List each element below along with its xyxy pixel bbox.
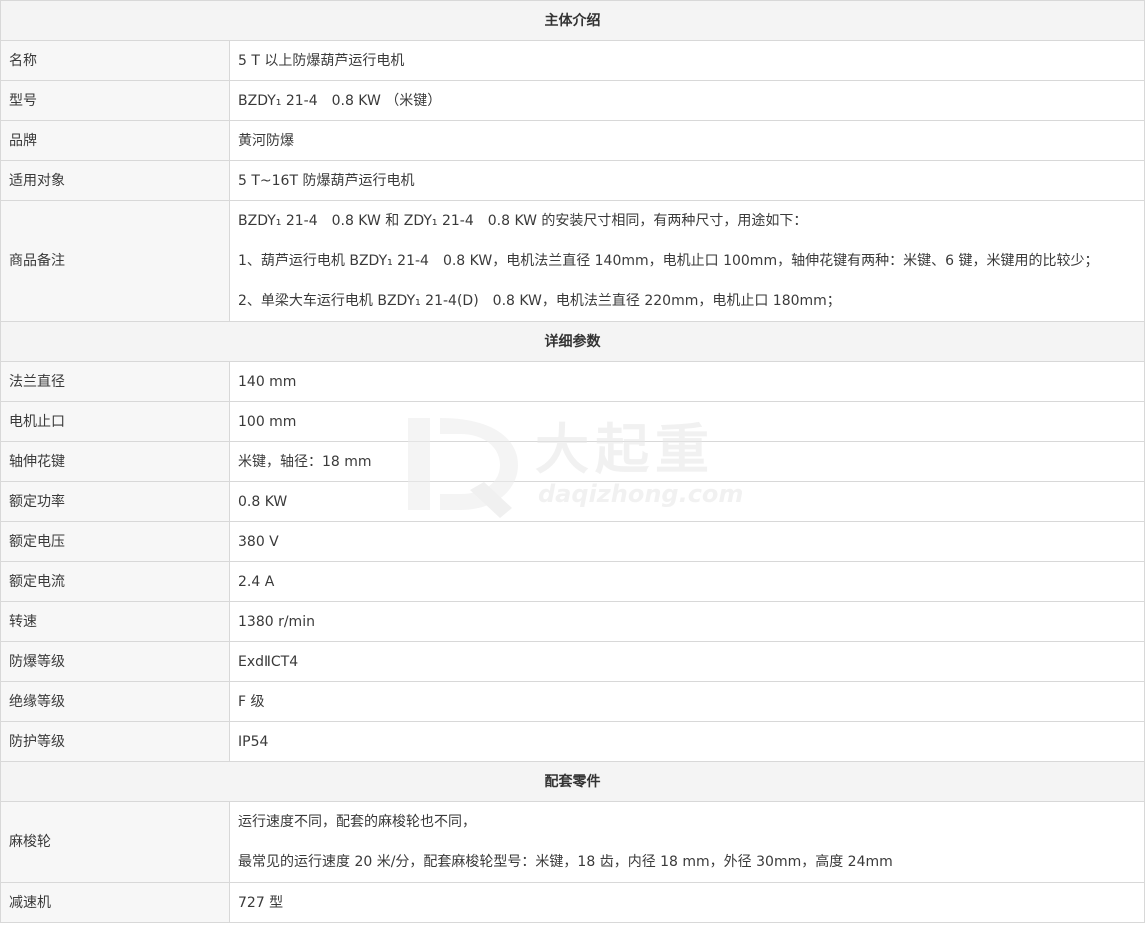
row-label: 名称 [0, 40, 230, 81]
spec-row-wheel: 麻梭轮 运行速度不同，配套的麻梭轮也不同， 最常见的运行速度 20 米/分，配套… [0, 801, 1145, 883]
row-label: 法兰直径 [0, 361, 230, 402]
row-label: 麻梭轮 [0, 801, 230, 883]
row-value: 380 V [229, 521, 1145, 562]
spec-row-speed: 转速 1380 r/min [0, 601, 1145, 642]
spec-row-brand: 品牌 黄河防爆 [0, 120, 1145, 161]
row-value: IP54 [229, 721, 1145, 762]
row-value-multiline: 运行速度不同，配套的麻梭轮也不同， 最常见的运行速度 20 米/分，配套麻梭轮型… [229, 801, 1145, 883]
spec-row-power: 额定功率 0.8 KW [0, 481, 1145, 522]
section-title: 主体介绍 [0, 0, 1145, 41]
row-label: 电机止口 [0, 401, 230, 442]
row-label: 转速 [0, 601, 230, 642]
section-title: 详细参数 [0, 321, 1145, 362]
section-header-parts: 配套零件 [0, 761, 1145, 802]
section-title: 配套零件 [0, 761, 1145, 802]
row-label: 额定电流 [0, 561, 230, 602]
row-label: 减速机 [0, 882, 230, 923]
row-label: 型号 [0, 80, 230, 121]
wheel-line: 最常见的运行速度 20 米/分，配套麻梭轮型号：米键，18 齿，内径 18 mm… [238, 854, 893, 870]
row-label: 额定功率 [0, 481, 230, 522]
spec-row-spline: 轴伸花键 米键，轴径：18 mm [0, 441, 1145, 482]
row-value: 5 T 以上防爆葫芦运行电机 [229, 40, 1145, 81]
row-value: ExdⅡCT4 [229, 641, 1145, 682]
row-value: 2.4 A [229, 561, 1145, 602]
spec-row-model: 型号 BZDY₁ 21-4 0.8 KW （米键） [0, 80, 1145, 121]
row-label: 轴伸花键 [0, 441, 230, 482]
spec-row-voltage: 额定电压 380 V [0, 521, 1145, 562]
row-label: 绝缘等级 [0, 681, 230, 722]
remark-line: 1、葫芦运行电机 BZDY₁ 21-4 0.8 KW，电机法兰直径 140mm，… [238, 253, 1099, 269]
spec-row-protection: 防护等级 IP54 [0, 721, 1145, 762]
product-spec-table: 主体介绍 名称 5 T 以上防爆葫芦运行电机 型号 BZDY₁ 21-4 0.8… [0, 0, 1145, 923]
row-label: 额定电压 [0, 521, 230, 562]
spec-row-flange: 法兰直径 140 mm [0, 361, 1145, 402]
row-label: 防护等级 [0, 721, 230, 762]
row-label: 品牌 [0, 120, 230, 161]
remark-line: BZDY₁ 21-4 0.8 KW 和 ZDY₁ 21-4 0.8 KW 的安装… [238, 213, 808, 229]
section-header-params: 详细参数 [0, 321, 1145, 362]
row-value: 140 mm [229, 361, 1145, 402]
row-value: 100 mm [229, 401, 1145, 442]
row-value: BZDY₁ 21-4 0.8 KW （米键） [229, 80, 1145, 121]
wheel-line: 运行速度不同，配套的麻梭轮也不同， [238, 814, 476, 830]
spec-row-applicable: 适用对象 5 T~16T 防爆葫芦运行电机 [0, 160, 1145, 201]
spec-row-current: 额定电流 2.4 A [0, 561, 1145, 602]
spec-row-insulation: 绝缘等级 F 级 [0, 681, 1145, 722]
spec-row-remark: 商品备注 BZDY₁ 21-4 0.8 KW 和 ZDY₁ 21-4 0.8 K… [0, 200, 1145, 322]
row-value: 黄河防爆 [229, 120, 1145, 161]
row-label: 防爆等级 [0, 641, 230, 682]
row-value: F 级 [229, 681, 1145, 722]
spec-row-explosion-grade: 防爆等级 ExdⅡCT4 [0, 641, 1145, 682]
spec-row-spigot: 电机止口 100 mm [0, 401, 1145, 442]
spec-row-name: 名称 5 T 以上防爆葫芦运行电机 [0, 40, 1145, 81]
row-value: 5 T~16T 防爆葫芦运行电机 [229, 160, 1145, 201]
row-value: 727 型 [229, 882, 1145, 923]
row-value: 0.8 KW [229, 481, 1145, 522]
remark-line: 2、单梁大车运行电机 BZDY₁ 21-4(D) 0.8 KW，电机法兰直径 2… [238, 293, 841, 309]
row-label: 商品备注 [0, 200, 230, 322]
spec-row-reducer: 减速机 727 型 [0, 882, 1145, 923]
row-value: 米键，轴径：18 mm [229, 441, 1145, 482]
row-value-multiline: BZDY₁ 21-4 0.8 KW 和 ZDY₁ 21-4 0.8 KW 的安装… [229, 200, 1145, 322]
row-value: 1380 r/min [229, 601, 1145, 642]
row-label: 适用对象 [0, 160, 230, 201]
section-header-intro: 主体介绍 [0, 0, 1145, 41]
